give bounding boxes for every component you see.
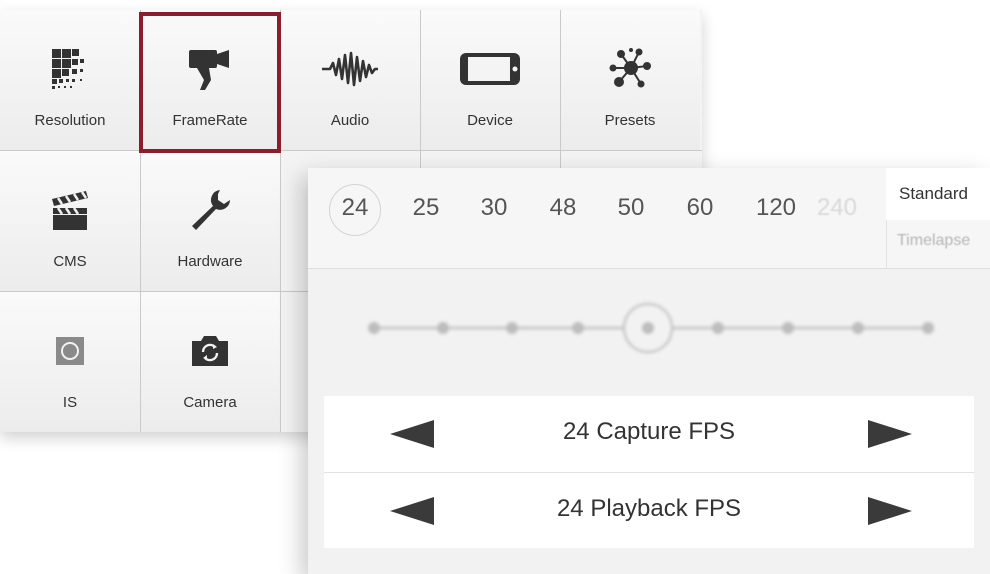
mode-timelapse-button[interactable]: Timelapse bbox=[886, 220, 990, 268]
playback-increase-arrow-icon[interactable] bbox=[864, 495, 914, 527]
menu-item-hardware[interactable]: Hardware bbox=[140, 151, 280, 291]
playback-fps-row: 24 Playback FPS bbox=[324, 472, 974, 549]
fps-option[interactable]: 50 bbox=[606, 194, 656, 222]
menu-item-cms[interactable]: CMS bbox=[0, 151, 140, 291]
menu-item-label: Resolution bbox=[34, 112, 106, 129]
grid-divider bbox=[0, 150, 702, 151]
menu-item-is[interactable]: IS bbox=[0, 292, 140, 432]
fps-slider[interactable] bbox=[308, 298, 990, 358]
clapperboard-icon bbox=[0, 185, 140, 235]
wrench-icon bbox=[140, 185, 280, 235]
fps-selector: 24 25 30 48 50 60 120 240 Standard Timel… bbox=[308, 168, 990, 269]
image-stabilization-icon bbox=[0, 326, 140, 376]
fps-option[interactable]: 24 bbox=[330, 194, 380, 222]
fps-option[interactable]: 60 bbox=[675, 194, 725, 222]
fps-option[interactable]: 30 bbox=[469, 194, 519, 222]
grid-divider bbox=[0, 291, 308, 292]
menu-item-resolution[interactable]: Resolution bbox=[0, 10, 140, 150]
grid-divider bbox=[420, 10, 421, 170]
resolution-grid-icon bbox=[0, 44, 140, 94]
menu-item-presets[interactable]: Presets bbox=[560, 10, 700, 150]
playback-fps-label: 24 Playback FPS bbox=[556, 495, 742, 522]
selected-item-highlight bbox=[139, 12, 281, 153]
camera-switch-icon bbox=[140, 326, 280, 376]
mode-standard-button[interactable]: Standard bbox=[886, 168, 990, 220]
menu-item-label: Camera bbox=[183, 394, 237, 411]
menu-item-label: Presets bbox=[604, 112, 656, 129]
fps-option[interactable]: 120 bbox=[748, 194, 804, 222]
capture-decrease-arrow-icon[interactable] bbox=[388, 418, 438, 450]
capture-increase-arrow-icon[interactable] bbox=[864, 418, 914, 450]
menu-item-label: Device bbox=[467, 112, 513, 129]
fps-option[interactable]: 25 bbox=[401, 194, 451, 222]
grid-divider bbox=[560, 10, 561, 170]
framerate-panel: 24 25 30 48 50 60 120 240 Standard Timel… bbox=[308, 168, 990, 574]
menu-item-label: CMS bbox=[53, 253, 87, 270]
menu-item-audio[interactable]: Audio bbox=[280, 10, 420, 150]
capture-fps-label: 24 Capture FPS bbox=[562, 418, 736, 445]
fps-controls: 24 Capture FPS 24 Playback FPS bbox=[324, 396, 974, 548]
playback-decrease-arrow-icon[interactable] bbox=[388, 495, 438, 527]
capture-fps-row: 24 Capture FPS bbox=[324, 396, 974, 472]
fps-option[interactable]: 48 bbox=[538, 194, 588, 222]
menu-item-device[interactable]: Device bbox=[420, 10, 560, 150]
menu-item-label: IS bbox=[62, 394, 78, 411]
audio-waveform-icon bbox=[280, 44, 420, 94]
fps-option[interactable]: 240 bbox=[812, 194, 862, 222]
menu-item-label: Audio bbox=[330, 112, 370, 129]
menu-item-camera[interactable]: Camera bbox=[140, 292, 280, 432]
menu-item-label: Hardware bbox=[177, 253, 243, 270]
phone-device-icon bbox=[420, 44, 560, 94]
presets-molecule-icon bbox=[560, 44, 700, 94]
